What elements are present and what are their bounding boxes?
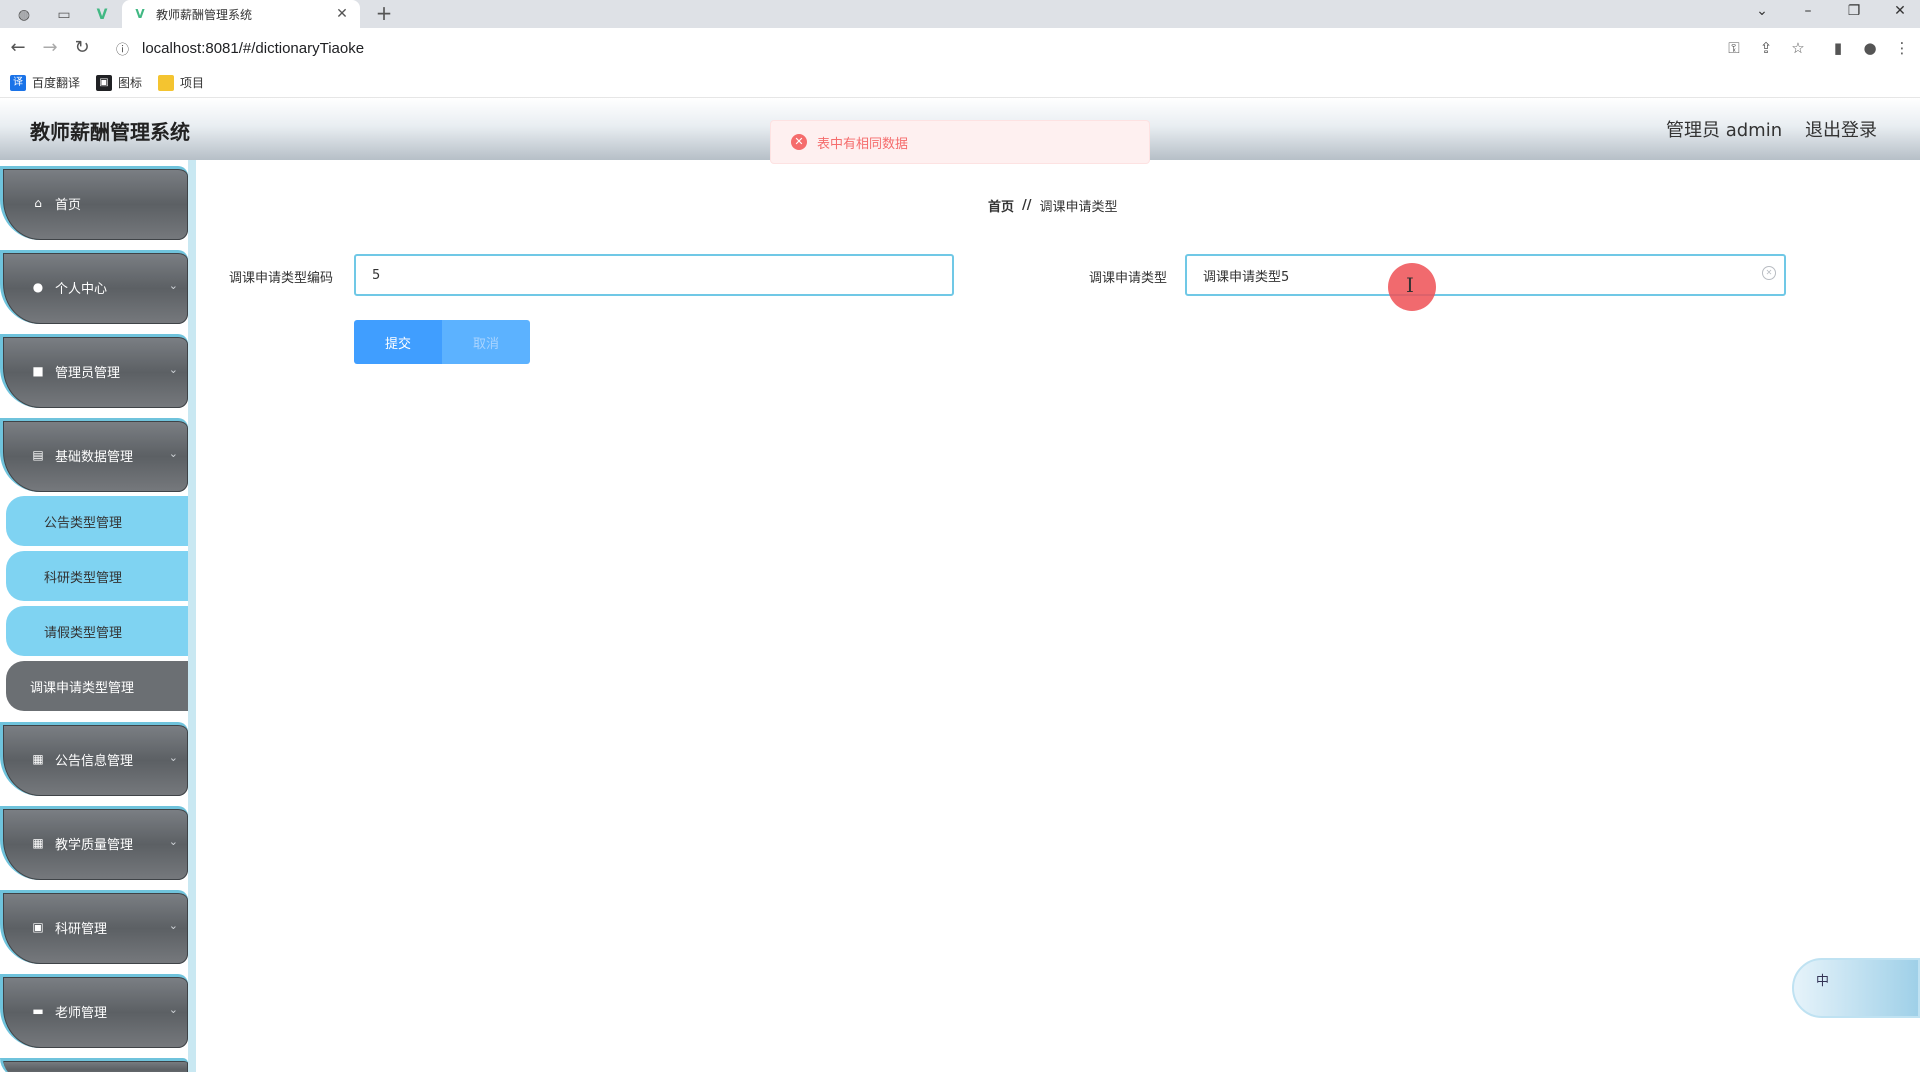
chevron-down-icon: ⌄: [168, 1003, 178, 1016]
sidebar: ⌂ 首页 ● 个人中心 ⌄ ■ 管理员管理 ⌄ ▤ 基础数据管理 ⌄ 公告类型管…: [0, 160, 196, 1072]
sidebar-item-more[interactable]: [0, 1058, 188, 1072]
new-tab-button[interactable]: +: [372, 2, 396, 26]
sidebar-item-notice-info[interactable]: ▦ 公告信息管理 ⌄: [0, 722, 188, 796]
close-tab-icon[interactable]: ✕: [334, 6, 350, 22]
folder-icon: [158, 74, 175, 91]
breadcrumb-current: 调课申请类型: [1039, 200, 1118, 215]
type-input[interactable]: [1185, 254, 1786, 296]
sidebar-subitem-course-change-type[interactable]: 调课申请类型管理: [6, 661, 188, 711]
sidebar-item-basic-data[interactable]: ▤ 基础数据管理 ⌄: [0, 418, 188, 492]
vue-tab-icon[interactable]: V: [82, 2, 122, 28]
briefcase-icon: ■: [32, 364, 44, 378]
restore-icon[interactable]: ❐: [1834, 0, 1874, 24]
more-menu-icon[interactable]: ⋮: [1890, 36, 1914, 60]
vue-favicon-icon: V: [135, 7, 145, 21]
tab-title: 教师薪酬管理系统: [156, 7, 253, 22]
sidebar-item-teacher[interactable]: ▬ 老师管理 ⌄: [0, 974, 188, 1048]
monitor-icon: ▬: [32, 1004, 44, 1018]
cancel-button[interactable]: 取消: [442, 320, 530, 364]
bookmarks-bar: 译 百度翻译 ▣ 图标 项目: [0, 68, 1920, 98]
globe-icon[interactable]: ◍: [4, 2, 44, 28]
url-text: localhost:8081/#/dictionaryTiaoke: [142, 39, 365, 57]
star-icon[interactable]: ☆: [1786, 36, 1810, 60]
sidebar-item-research[interactable]: ▣ 科研管理 ⌄: [0, 890, 188, 964]
bookmark-translate[interactable]: 译 百度翻译: [10, 74, 80, 91]
back-icon[interactable]: ←: [6, 36, 30, 60]
current-user: 管理员 admin: [1666, 120, 1783, 141]
chevron-down-icon: ⌄: [168, 363, 178, 376]
minimize-icon[interactable]: –: [1788, 0, 1828, 24]
type-field-label: 调课申请类型: [1089, 271, 1168, 286]
share-icon[interactable]: ⇪: [1754, 36, 1778, 60]
sidebar-item-home[interactable]: ⌂ 首页: [0, 166, 188, 240]
side-panel-icon[interactable]: ▮: [1826, 36, 1850, 60]
breadcrumb: 首页 // 调课申请类型: [988, 196, 1118, 215]
site-info-icon[interactable]: ⓘ: [116, 39, 134, 58]
url-field[interactable]: ⓘ localhost:8081/#/dictionaryTiaoke: [108, 32, 1728, 64]
sidebar-item-admin-management[interactable]: ■ 管理员管理 ⌄: [0, 334, 188, 408]
reload-icon[interactable]: ↻: [70, 36, 94, 60]
blank-tab-icon[interactable]: ▭: [44, 2, 84, 28]
code-input[interactable]: [354, 254, 954, 296]
app-title: 教师薪酬管理系统: [30, 120, 190, 144]
user-icon: ●: [32, 280, 44, 294]
logout-link[interactable]: 退出登录: [1805, 116, 1877, 142]
chevron-down-icon: ⌄: [168, 751, 178, 764]
key-icon[interactable]: ⚿: [1722, 36, 1746, 60]
forward-icon[interactable]: →: [38, 36, 62, 60]
chevron-down-icon: ⌄: [168, 279, 178, 292]
tab-search-icon[interactable]: ⌄: [1742, 0, 1782, 24]
grid-icon: ▦: [32, 752, 44, 766]
clipboard-icon: ▤: [32, 448, 44, 462]
bookmark-icons[interactable]: ▣ 图标: [96, 74, 142, 91]
grid-icon: ▦: [32, 836, 44, 850]
breadcrumb-home[interactable]: 首页: [988, 196, 1014, 215]
sidebar-item-personal-center[interactable]: ● 个人中心 ⌄: [0, 250, 188, 324]
translate-icon: 译: [10, 74, 26, 91]
document-icon: ▣: [32, 920, 44, 934]
browser-tab-bar: ◍ ▭ V V 教师薪酬管理系统 ✕ + ⌄ – ❐ ✕: [0, 0, 1920, 28]
chevron-down-icon: ⌄: [168, 919, 178, 932]
sidebar-item-teaching-quality[interactable]: ▦ 教学质量管理 ⌄: [0, 806, 188, 880]
code-field-label: 调课申请类型编码: [229, 271, 334, 286]
clear-input-icon[interactable]: ✕: [1762, 266, 1776, 280]
toast-message: 表中有相同数据: [817, 136, 909, 152]
error-toast: ✕ 表中有相同数据: [770, 120, 1150, 164]
breadcrumb-separator: //: [1022, 198, 1032, 213]
ime-language-label: 中: [1816, 974, 1830, 989]
chevron-down-icon: ⌄: [168, 447, 178, 460]
ime-widget[interactable]: 中: [1792, 958, 1920, 1018]
sidebar-subitem-research-type[interactable]: 科研类型管理: [6, 551, 188, 601]
text-cursor-icon: I: [1406, 273, 1414, 297]
submit-button[interactable]: 提交: [354, 320, 442, 364]
sidebar-subitem-notice-type[interactable]: 公告类型管理: [6, 496, 188, 546]
sidebar-subitem-leave-type[interactable]: 请假类型管理: [6, 606, 188, 656]
error-circle-icon: ✕: [791, 134, 807, 150]
chevron-down-icon: ⌄: [168, 835, 178, 848]
bookmark-project[interactable]: 项目: [158, 74, 204, 91]
image-icon: ▣: [96, 74, 113, 91]
active-tab[interactable]: V 教师薪酬管理系统 ✕: [122, 0, 360, 28]
close-window-icon[interactable]: ✕: [1880, 0, 1920, 24]
home-icon: ⌂: [34, 196, 42, 210]
sidebar-edge: [188, 160, 196, 1072]
profile-icon[interactable]: ●: [1858, 36, 1882, 60]
address-bar: ← → ↻ ⓘ localhost:8081/#/dictionaryTiaok…: [0, 28, 1920, 68]
